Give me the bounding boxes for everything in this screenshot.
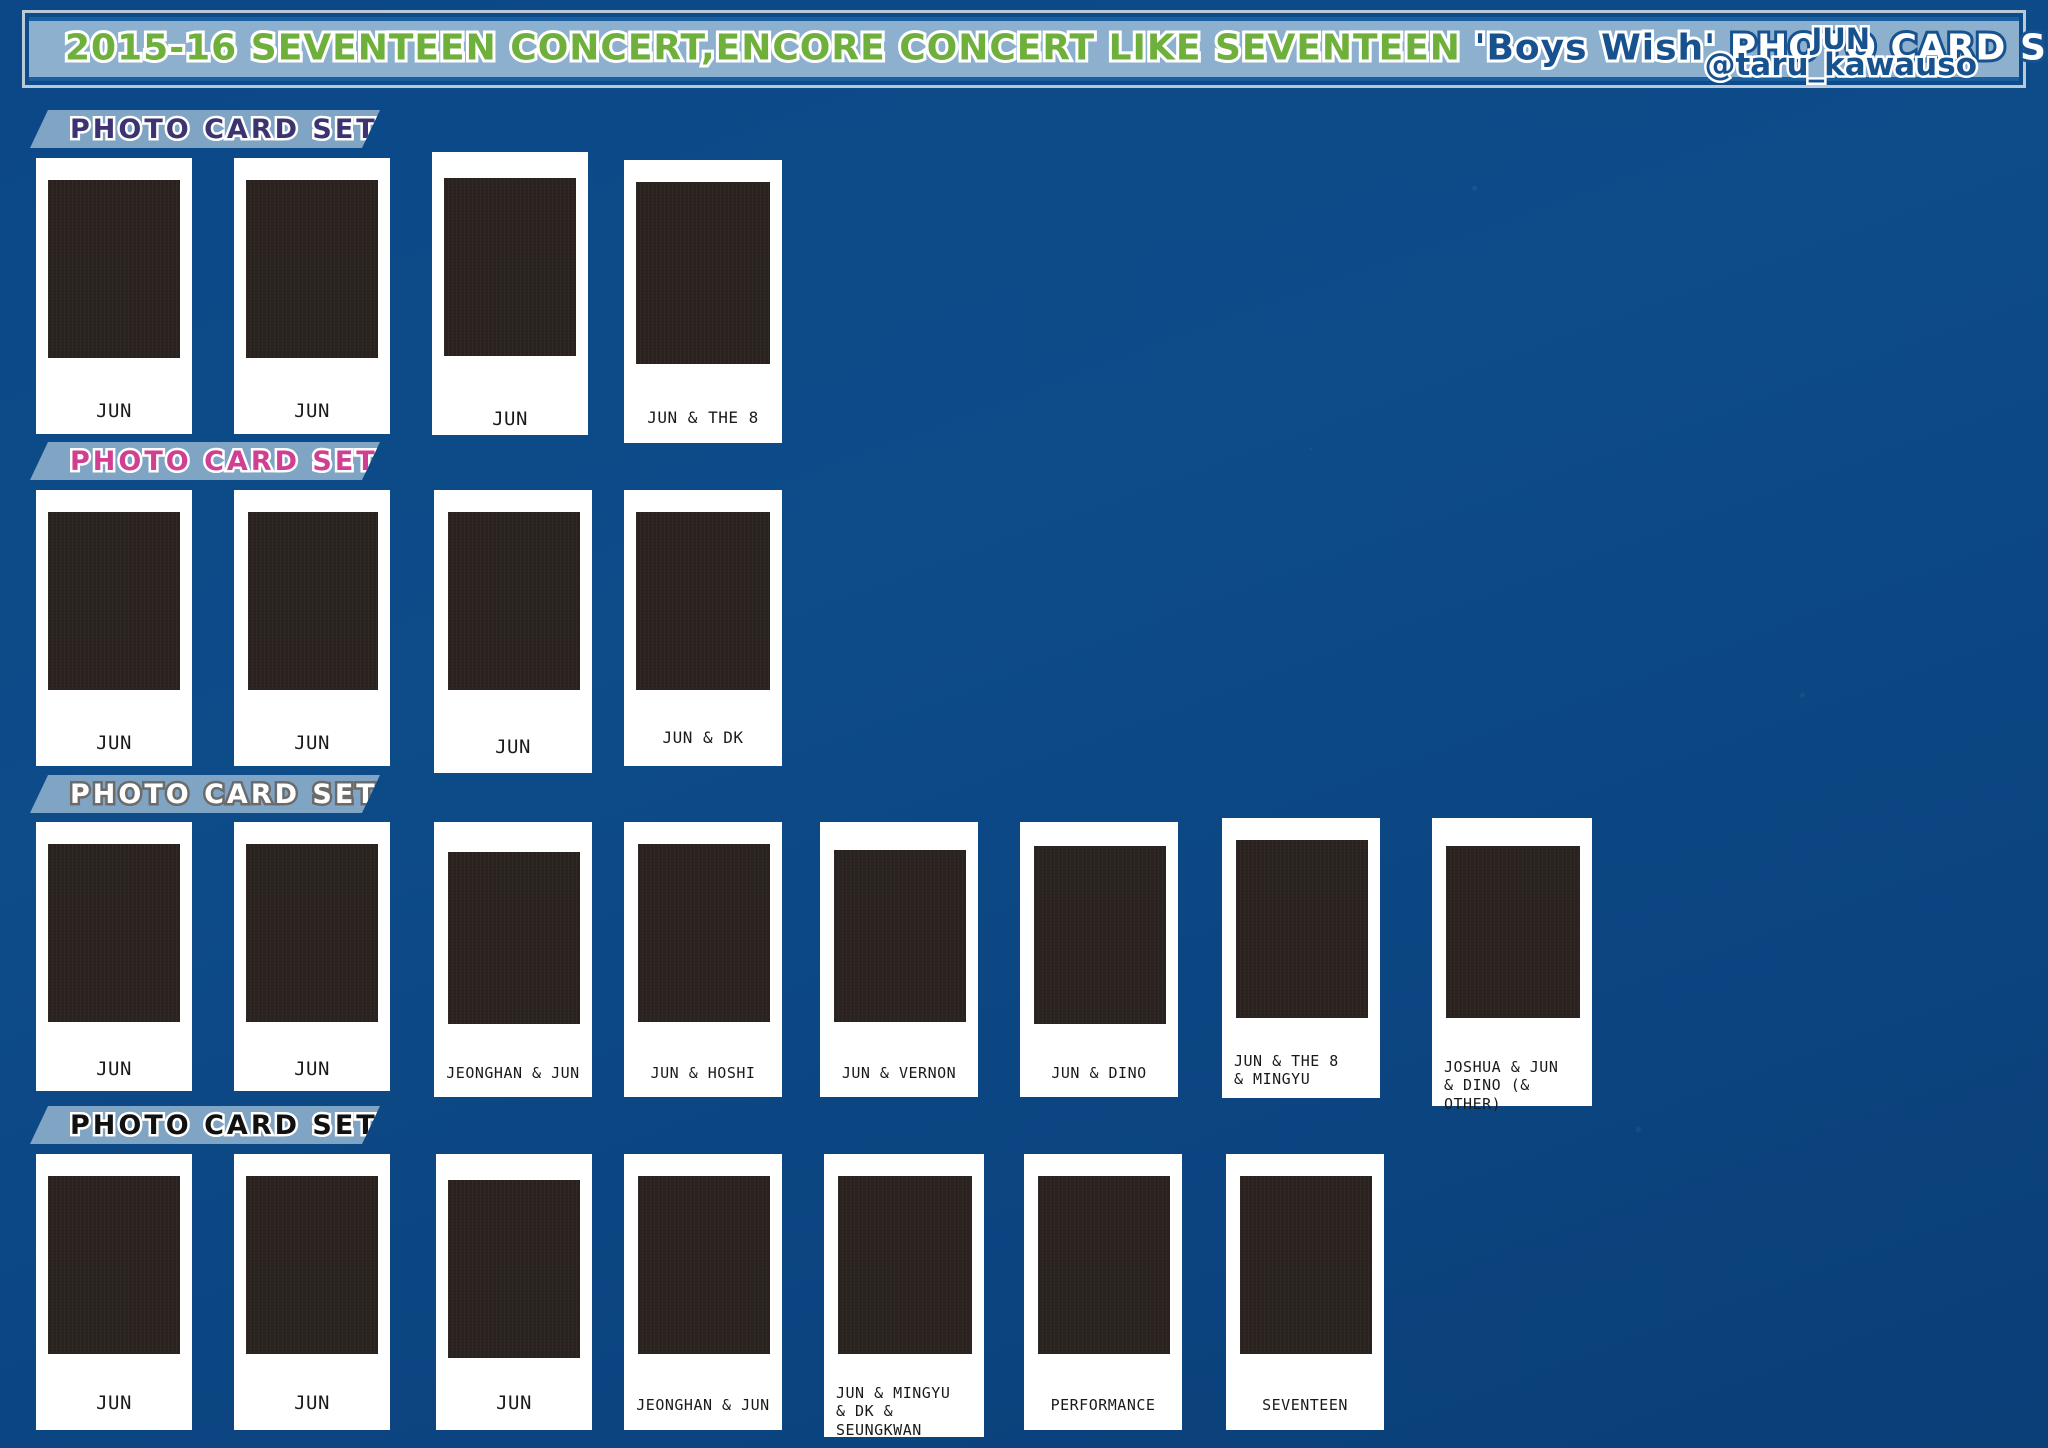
card-photo (1038, 1176, 1170, 1354)
card-c2[interactable]: JUN (234, 822, 390, 1091)
card-photo (448, 852, 580, 1024)
card-caption: JUN & MINGYU & DK & SEUNGKWAN (836, 1384, 951, 1439)
card-c8[interactable]: JOSHUA & JUN & DINO (& OTHER) (1432, 818, 1592, 1113)
card-caption: JEONGHAN & JUN (446, 1064, 580, 1082)
card-photo (638, 1176, 770, 1354)
card-c6[interactable]: JUN & DINO (1020, 822, 1178, 1097)
card-photo (1034, 846, 1166, 1024)
card-b4[interactable]: JUN & DK (624, 490, 782, 766)
title-bar: 2015-16 SEVENTEEN CONCERT,ENCORE CONCERT… (22, 10, 2048, 88)
card-caption: JOSHUA & JUN & DINO (& OTHER) (1444, 1058, 1559, 1113)
card-caption: JUN (294, 732, 330, 754)
card-d3[interactable]: JUN (436, 1154, 592, 1430)
card-caption: JUN (294, 1058, 330, 1080)
card-c1[interactable]: JUN (36, 822, 192, 1091)
card-caption: JUN & VERNON (841, 1064, 957, 1082)
card-photo (48, 1176, 180, 1354)
card-d2[interactable]: JUN (234, 1154, 390, 1430)
card-caption: JUN (96, 1392, 132, 1414)
card-photo (246, 1176, 378, 1354)
card-caption: JUN (294, 400, 330, 422)
card-caption: JUN & DINO (1051, 1064, 1147, 1082)
title-bar-inner: 2015-16 SEVENTEEN CONCERT,ENCORE CONCERT… (29, 17, 2048, 83)
card-c4[interactable]: JUN & HOSHI (624, 822, 782, 1097)
card-caption: JUN (96, 1058, 132, 1080)
card-a4[interactable]: JUN & THE 8 (624, 160, 782, 443)
section-label-set-d: PHOTO CARD SET D (70, 1109, 416, 1141)
title-segment-green: 2015-16 SEVENTEEN CONCERT,ENCORE CONCERT… (62, 25, 1475, 72)
card-photo (1446, 846, 1580, 1018)
card-photo (248, 512, 378, 690)
card-caption: JUN & HOSHI (650, 1064, 756, 1082)
card-caption: JUN (495, 736, 531, 758)
card-caption: JUN & DK (662, 728, 744, 747)
card-caption: JUN & THE 8 & MINGYU (1234, 1052, 1339, 1089)
card-caption: JUN & THE 8 (647, 408, 759, 427)
credit-handle: @taru_kawauso (1702, 47, 1980, 83)
section-label-set-c: PHOTO CARD SET C (70, 778, 413, 810)
section-banner-set-c: PHOTO CARD SET C (30, 775, 380, 813)
card-c5[interactable]: JUN & VERNON (820, 822, 978, 1097)
card-photo (636, 512, 770, 690)
card-photo (246, 180, 378, 358)
card-caption: PERFORMANCE (1050, 1396, 1156, 1414)
card-photo (1236, 840, 1368, 1018)
title-segment-blue: 'Boys Wish' (1471, 25, 1730, 72)
card-photo (1240, 1176, 1372, 1354)
section-banner-set-a: PHOTO CARD SET A (30, 110, 380, 148)
section-label-set-b: PHOTO CARD SET B (70, 445, 414, 477)
card-caption: JUN (96, 400, 132, 422)
card-a2[interactable]: JUN (234, 158, 390, 434)
card-caption: JUN (294, 1392, 330, 1414)
card-b3[interactable]: JUN (434, 490, 592, 773)
card-b1[interactable]: JUN (36, 490, 192, 766)
card-d7[interactable]: SEVENTEEN (1226, 1154, 1384, 1430)
card-photo (444, 178, 576, 356)
card-photo (834, 850, 966, 1022)
section-label-set-a: PHOTO CARD SET A (70, 113, 415, 145)
card-c7[interactable]: JUN & THE 8 & MINGYU (1222, 818, 1380, 1098)
card-b2[interactable]: JUN (234, 490, 390, 766)
card-photo (636, 182, 770, 364)
card-a1[interactable]: JUN (36, 158, 192, 434)
section-banner-set-d: PHOTO CARD SET D (30, 1106, 380, 1144)
card-d5[interactable]: JUN & MINGYU & DK & SEUNGKWAN (824, 1154, 984, 1439)
card-caption: SEVENTEEN (1262, 1396, 1348, 1414)
card-caption: JUN (96, 732, 132, 754)
card-caption: JEONGHAN & JUN (636, 1396, 770, 1414)
credit-block: JUN @taru_kawauso (1702, 22, 1980, 83)
card-caption: JUN (496, 1392, 532, 1414)
card-d1[interactable]: JUN (36, 1154, 192, 1430)
card-photo (448, 1180, 580, 1358)
card-photo (48, 180, 180, 358)
card-photo (838, 1176, 972, 1354)
section-banner-set-b: PHOTO CARD SET B (30, 442, 380, 480)
card-a3[interactable]: JUN (432, 152, 588, 435)
card-photo (246, 844, 378, 1022)
card-photo (48, 512, 180, 690)
card-photo (448, 512, 580, 690)
card-caption: JUN (492, 408, 528, 430)
card-d6[interactable]: PERFORMANCE (1024, 1154, 1182, 1430)
card-photo (638, 844, 770, 1022)
card-c3[interactable]: JEONGHAN & JUN (434, 822, 592, 1097)
card-photo (48, 844, 180, 1022)
card-d4[interactable]: JEONGHAN & JUN (624, 1154, 782, 1430)
